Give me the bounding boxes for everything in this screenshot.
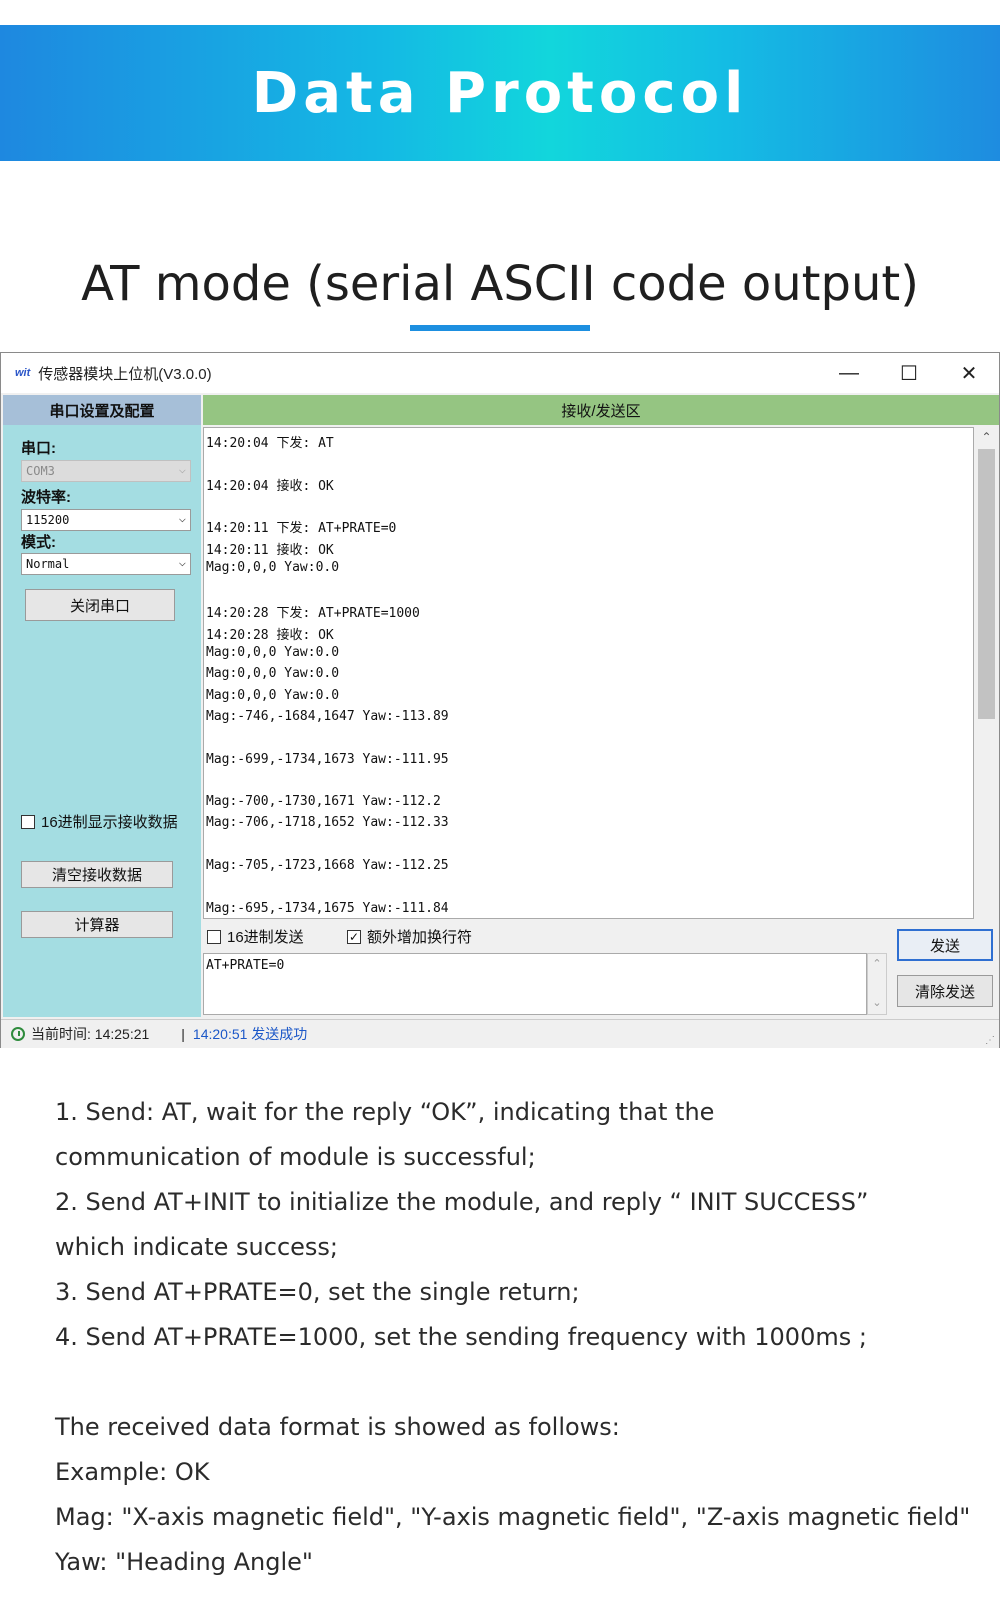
description-line: The received data format is showed as fo…	[55, 1413, 620, 1441]
log-line: Mag:0,0,0 Yaw:0.0	[206, 559, 340, 575]
receive-log[interactable]: 14:20:04 下发: AT 14:20:04 接收: OK 14:20:11 下…	[203, 427, 974, 919]
description-line: 3. Send AT+PRATE=0, set the single retur…	[55, 1278, 580, 1306]
hex-display-label: 16进制显示接收数据	[41, 814, 178, 831]
description-line: which indicate success;	[55, 1233, 338, 1261]
port-select[interactable]: COM3 ⌵	[21, 460, 191, 482]
log-line: 14:20:04 下发: AT	[206, 436, 334, 451]
mode-value: Normal	[26, 557, 70, 571]
newline-checkbox-box[interactable]: ✓	[347, 929, 361, 944]
port-value: COM3	[26, 464, 55, 478]
clear-send-button[interactable]: 清除发送	[897, 975, 993, 1007]
scroll-up-icon[interactable]: ⌃	[976, 427, 997, 447]
scroll-up-icon[interactable]: ⌃	[868, 957, 886, 970]
baud-label: 波特率:	[21, 489, 71, 506]
log-line: Mag:-746,-1684,1647 Yaw:-113.89	[206, 708, 449, 724]
status-message: 14:20:51 发送成功	[192, 1026, 308, 1042]
title-underline	[410, 325, 590, 331]
log-scrollbar[interactable]: ⌃	[976, 427, 997, 919]
mode-select[interactable]: Normal ⌵	[21, 553, 191, 575]
hex-display-checkbox-box[interactable]	[21, 814, 35, 829]
hex-send-label: 16进制发送	[227, 929, 304, 946]
app-logo-icon: wit	[15, 367, 31, 379]
window-title: 传感器模块上位机(V3.0.0)	[38, 365, 212, 383]
description-line: Example: OK	[55, 1458, 210, 1486]
minimize-button[interactable]: —	[819, 353, 879, 393]
log-line: 14:20:28 下发: AT+PRATE=1000	[206, 606, 420, 622]
window-titlebar: wit 传感器模块上位机(V3.0.0) — ☐ ✕	[1, 353, 999, 393]
scroll-thumb[interactable]	[978, 449, 995, 719]
window-controls: — ☐ ✕	[819, 353, 999, 393]
status-bar: 当前时间: 14:25:21 | 14:20:51 发送成功 ⋰	[1, 1019, 999, 1048]
description-line: 2. Send AT+INIT to initialize the module…	[55, 1188, 869, 1216]
current-time: 当前时间: 14:25:21	[31, 1026, 150, 1042]
port-label: 串口:	[21, 440, 56, 457]
log-line: Mag:-705,-1723,1668 Yaw:-112.25	[206, 858, 449, 873]
log-line: Mag:0,0,0 Yaw:0.0	[206, 645, 340, 660]
mode-label: 模式:	[21, 534, 56, 551]
chevron-down-icon: ⌵	[178, 555, 186, 569]
description-line: 4. Send AT+PRATE=1000, set the sending f…	[55, 1323, 867, 1351]
description-line: Mag: "X-axis magnetic field", "Y-axis ma…	[55, 1503, 971, 1531]
clock-icon	[11, 1027, 25, 1041]
settings-panel-header: 串口设置及配置	[3, 395, 201, 425]
chevron-down-icon: ⌵	[178, 462, 186, 476]
resize-grip-icon[interactable]: ⋰	[985, 1035, 995, 1046]
newline-checkbox[interactable]: ✓ 额外增加换行符	[347, 926, 472, 947]
hex-display-checkbox[interactable]: 16进制显示接收数据	[21, 811, 178, 832]
newline-label: 额外增加换行符	[367, 929, 473, 946]
log-line: Mag:-699,-1734,1673 Yaw:-111.95	[206, 751, 449, 767]
banner-title: Data Protocol	[251, 60, 749, 126]
log-line: 14:20:28 接收: OK	[206, 627, 334, 643]
status-separator: |	[181, 1026, 185, 1042]
close-button[interactable]: ✕	[939, 353, 999, 393]
log-line: 14:20:04 接收: OK	[206, 478, 334, 494]
app-window: wit 传感器模块上位机(V3.0.0) — ☐ ✕ 串口设置及配置 串口: C…	[0, 352, 1000, 1048]
hex-send-checkbox-box[interactable]	[207, 929, 221, 944]
log-line: 14:20:11 接收: OK	[206, 542, 334, 558]
clear-receive-button[interactable]: 清空接收数据	[21, 861, 173, 888]
send-input[interactable]: AT+PRATE=0	[203, 953, 867, 1015]
log-line: Mag:-700,-1730,1671 Yaw:-112.2	[206, 794, 441, 810]
section-title: AT mode (serial ASCII code output)	[81, 256, 919, 312]
send-button[interactable]: 发送	[897, 929, 993, 961]
description-line: Yaw: "Heading Angle"	[55, 1548, 313, 1576]
receive-send-header: 接收/发送区	[203, 395, 999, 425]
description-line: communication of module is successful;	[55, 1143, 536, 1171]
maximize-button[interactable]: ☐	[879, 353, 939, 393]
calculator-button[interactable]: 计算器	[21, 911, 173, 938]
log-line: Mag:0,0,0 Yaw:0.0	[206, 666, 340, 682]
baud-value: 115200	[26, 513, 70, 527]
serial-settings-panel: 串口设置及配置 串口: COM3 ⌵ 波特率: 115200 ⌵ 模式: Nor…	[3, 395, 201, 1017]
header-banner: Data Protocol	[0, 25, 1000, 161]
close-port-button[interactable]: 关闭串口	[25, 589, 175, 621]
log-line: Mag:-706,-1718,1652 Yaw:-112.33	[206, 815, 449, 831]
log-line: Mag:0,0,0 Yaw:0.0	[206, 687, 340, 703]
baud-select[interactable]: 115200 ⌵	[21, 509, 191, 531]
send-input-text: AT+PRATE=0	[206, 958, 285, 973]
send-scrollbar[interactable]: ⌃ ⌄	[867, 953, 887, 1015]
log-line: Mag:-695,-1734,1675 Yaw:-111.84	[206, 900, 449, 916]
hex-send-checkbox[interactable]: 16进制发送	[207, 926, 304, 947]
chevron-down-icon: ⌵	[178, 511, 186, 525]
log-line: 14:20:11 下发: AT+PRATE=0	[206, 521, 397, 537]
description-line: 1. Send: AT, wait for the reply “OK”, in…	[55, 1098, 715, 1126]
scroll-down-icon[interactable]: ⌄	[868, 996, 886, 1009]
